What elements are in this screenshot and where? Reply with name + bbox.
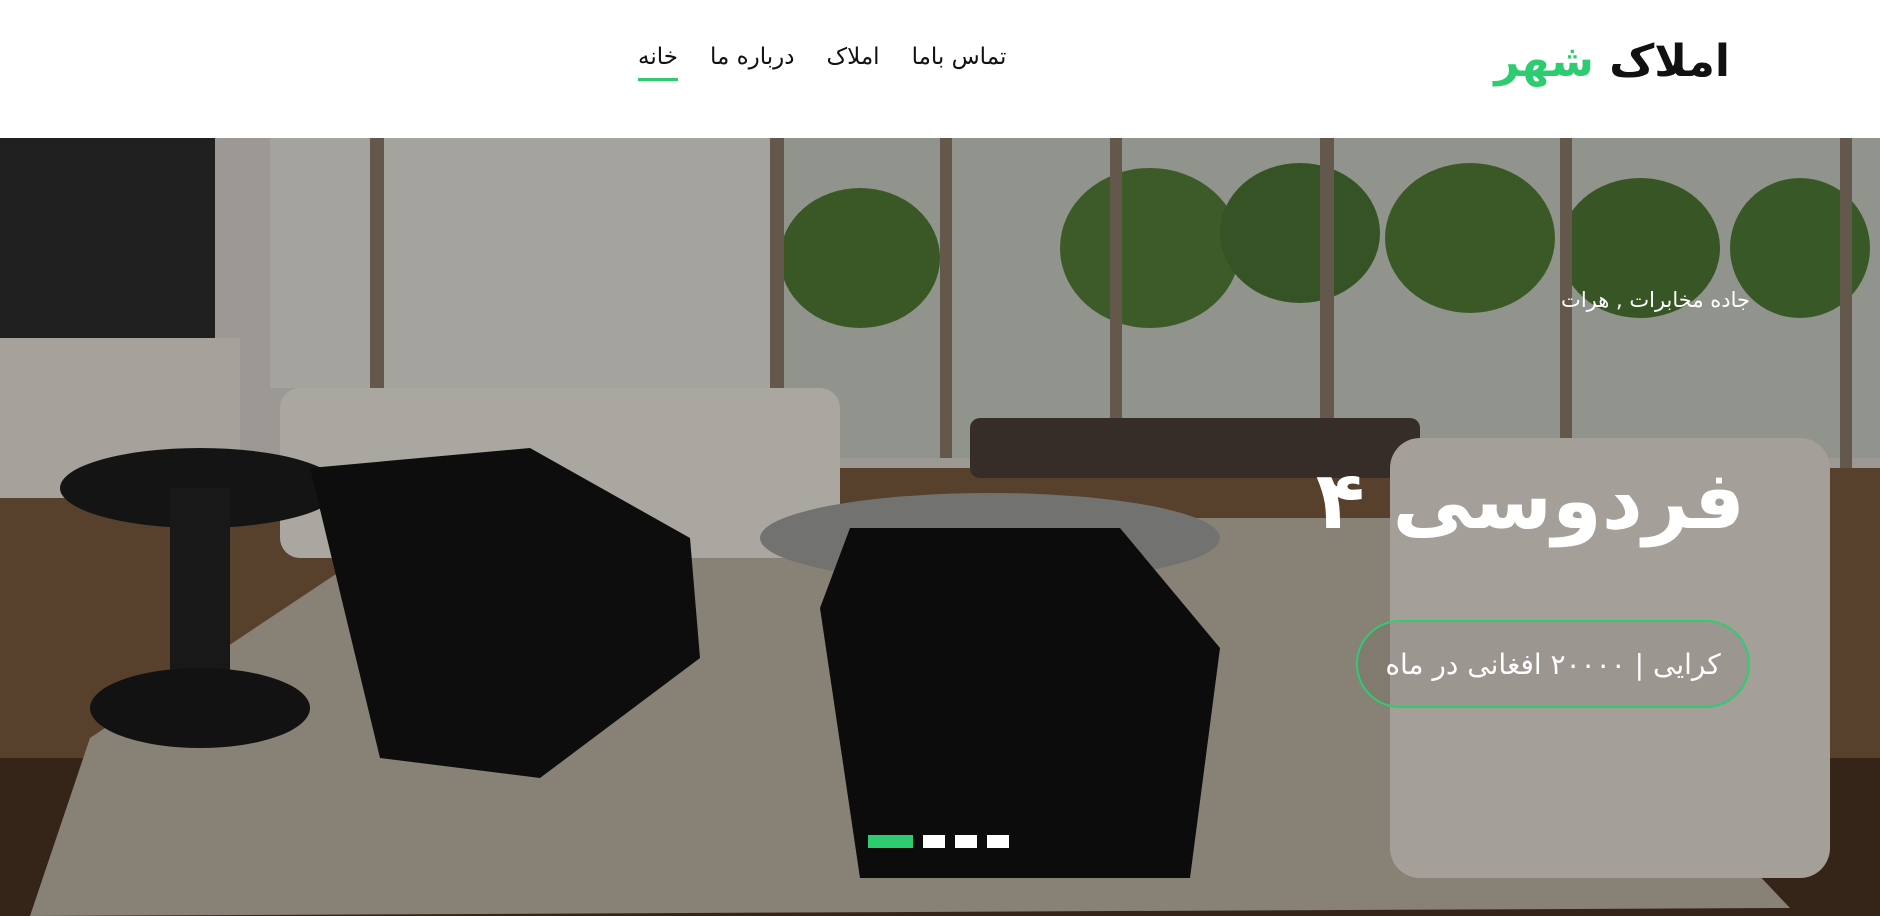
slider-dot-1[interactable]: [868, 835, 913, 848]
hero-slider: جاده مخابرات , هرات فردوسی ۴ کرایی | ۲۰۰…: [0, 138, 1880, 916]
nav-item-home[interactable]: خانه: [638, 44, 678, 81]
nav-item-about[interactable]: درباره ما: [710, 44, 795, 81]
slider-dot-3[interactable]: [955, 835, 977, 848]
main-nav: خانه درباره ما املاک تماس باما: [638, 44, 1006, 81]
nav-item-contact[interactable]: تماس باما: [912, 44, 1007, 81]
logo[interactable]: املاک شهر: [1494, 36, 1730, 87]
site-header: املاک شهر خانه درباره ما املاک تماس باما: [0, 0, 1880, 138]
logo-accent: شهر: [1494, 36, 1594, 87]
price-button[interactable]: کرایی | ۲۰۰۰۰ افغانی در ماه: [1356, 620, 1750, 708]
nav-item-properties[interactable]: املاک: [827, 44, 880, 81]
hero-title: فردوسی ۴: [1315, 454, 1745, 547]
slider-dots: [868, 835, 1009, 848]
hero-location: جاده مخابرات , هرات: [1561, 288, 1750, 312]
logo-text: املاک: [1609, 36, 1730, 87]
slider-dot-4[interactable]: [987, 835, 1009, 848]
slider-dot-2[interactable]: [923, 835, 945, 848]
